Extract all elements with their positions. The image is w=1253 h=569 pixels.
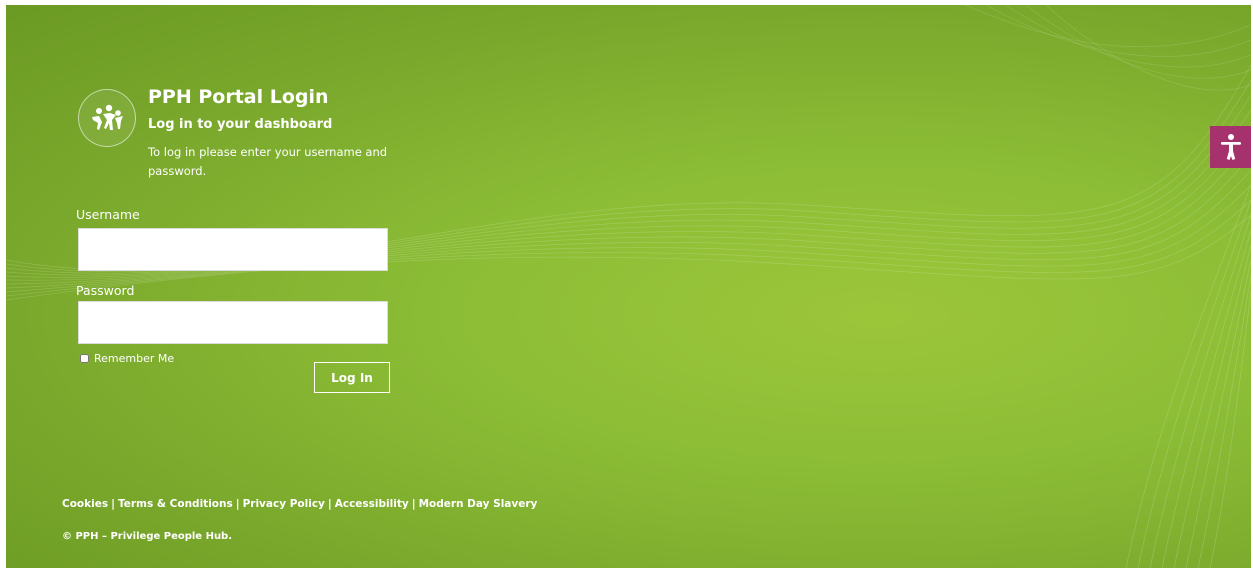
terms-link[interactable]: Terms & Conditions — [118, 498, 233, 510]
page-subtitle: Log in to your dashboard — [148, 117, 333, 132]
remember-me-row: Remember Me — [80, 352, 174, 365]
remember-me-label[interactable]: Remember Me — [94, 352, 174, 365]
accessibility-button[interactable] — [1210, 126, 1251, 168]
footer-separator: | — [235, 498, 240, 510]
footer-separator: | — [111, 498, 115, 510]
modern-day-slavery-link[interactable]: Modern Day Slavery — [419, 498, 538, 510]
footer-links: Cookies | Terms & Conditions | Privacy Polic… — [62, 498, 537, 510]
username-input[interactable] — [78, 228, 388, 271]
login-page: PPH Portal Login Log in to your dashboar… — [6, 5, 1251, 568]
footer-separator: | — [327, 498, 332, 510]
remember-me-checkbox[interactable] — [80, 354, 89, 363]
page-title: PPH Portal Login — [148, 86, 329, 108]
log-in-button[interactable]: Log In — [314, 362, 390, 393]
people-logo-icon — [78, 89, 136, 147]
privacy-policy-link[interactable]: Privacy Policy — [243, 498, 325, 510]
copyright-text: © PPH – Privilege People Hub. — [62, 531, 233, 542]
password-input[interactable] — [78, 301, 388, 344]
accessibility-icon — [1220, 134, 1241, 160]
accessibility-link[interactable]: Accessibility — [335, 498, 409, 510]
username-label: Username — [76, 207, 140, 222]
cookies-link[interactable]: Cookies — [62, 498, 108, 510]
login-instructions: To log in please enter your username and… — [148, 145, 388, 178]
password-label: Password — [76, 283, 135, 298]
footer-separator: | — [411, 498, 416, 510]
